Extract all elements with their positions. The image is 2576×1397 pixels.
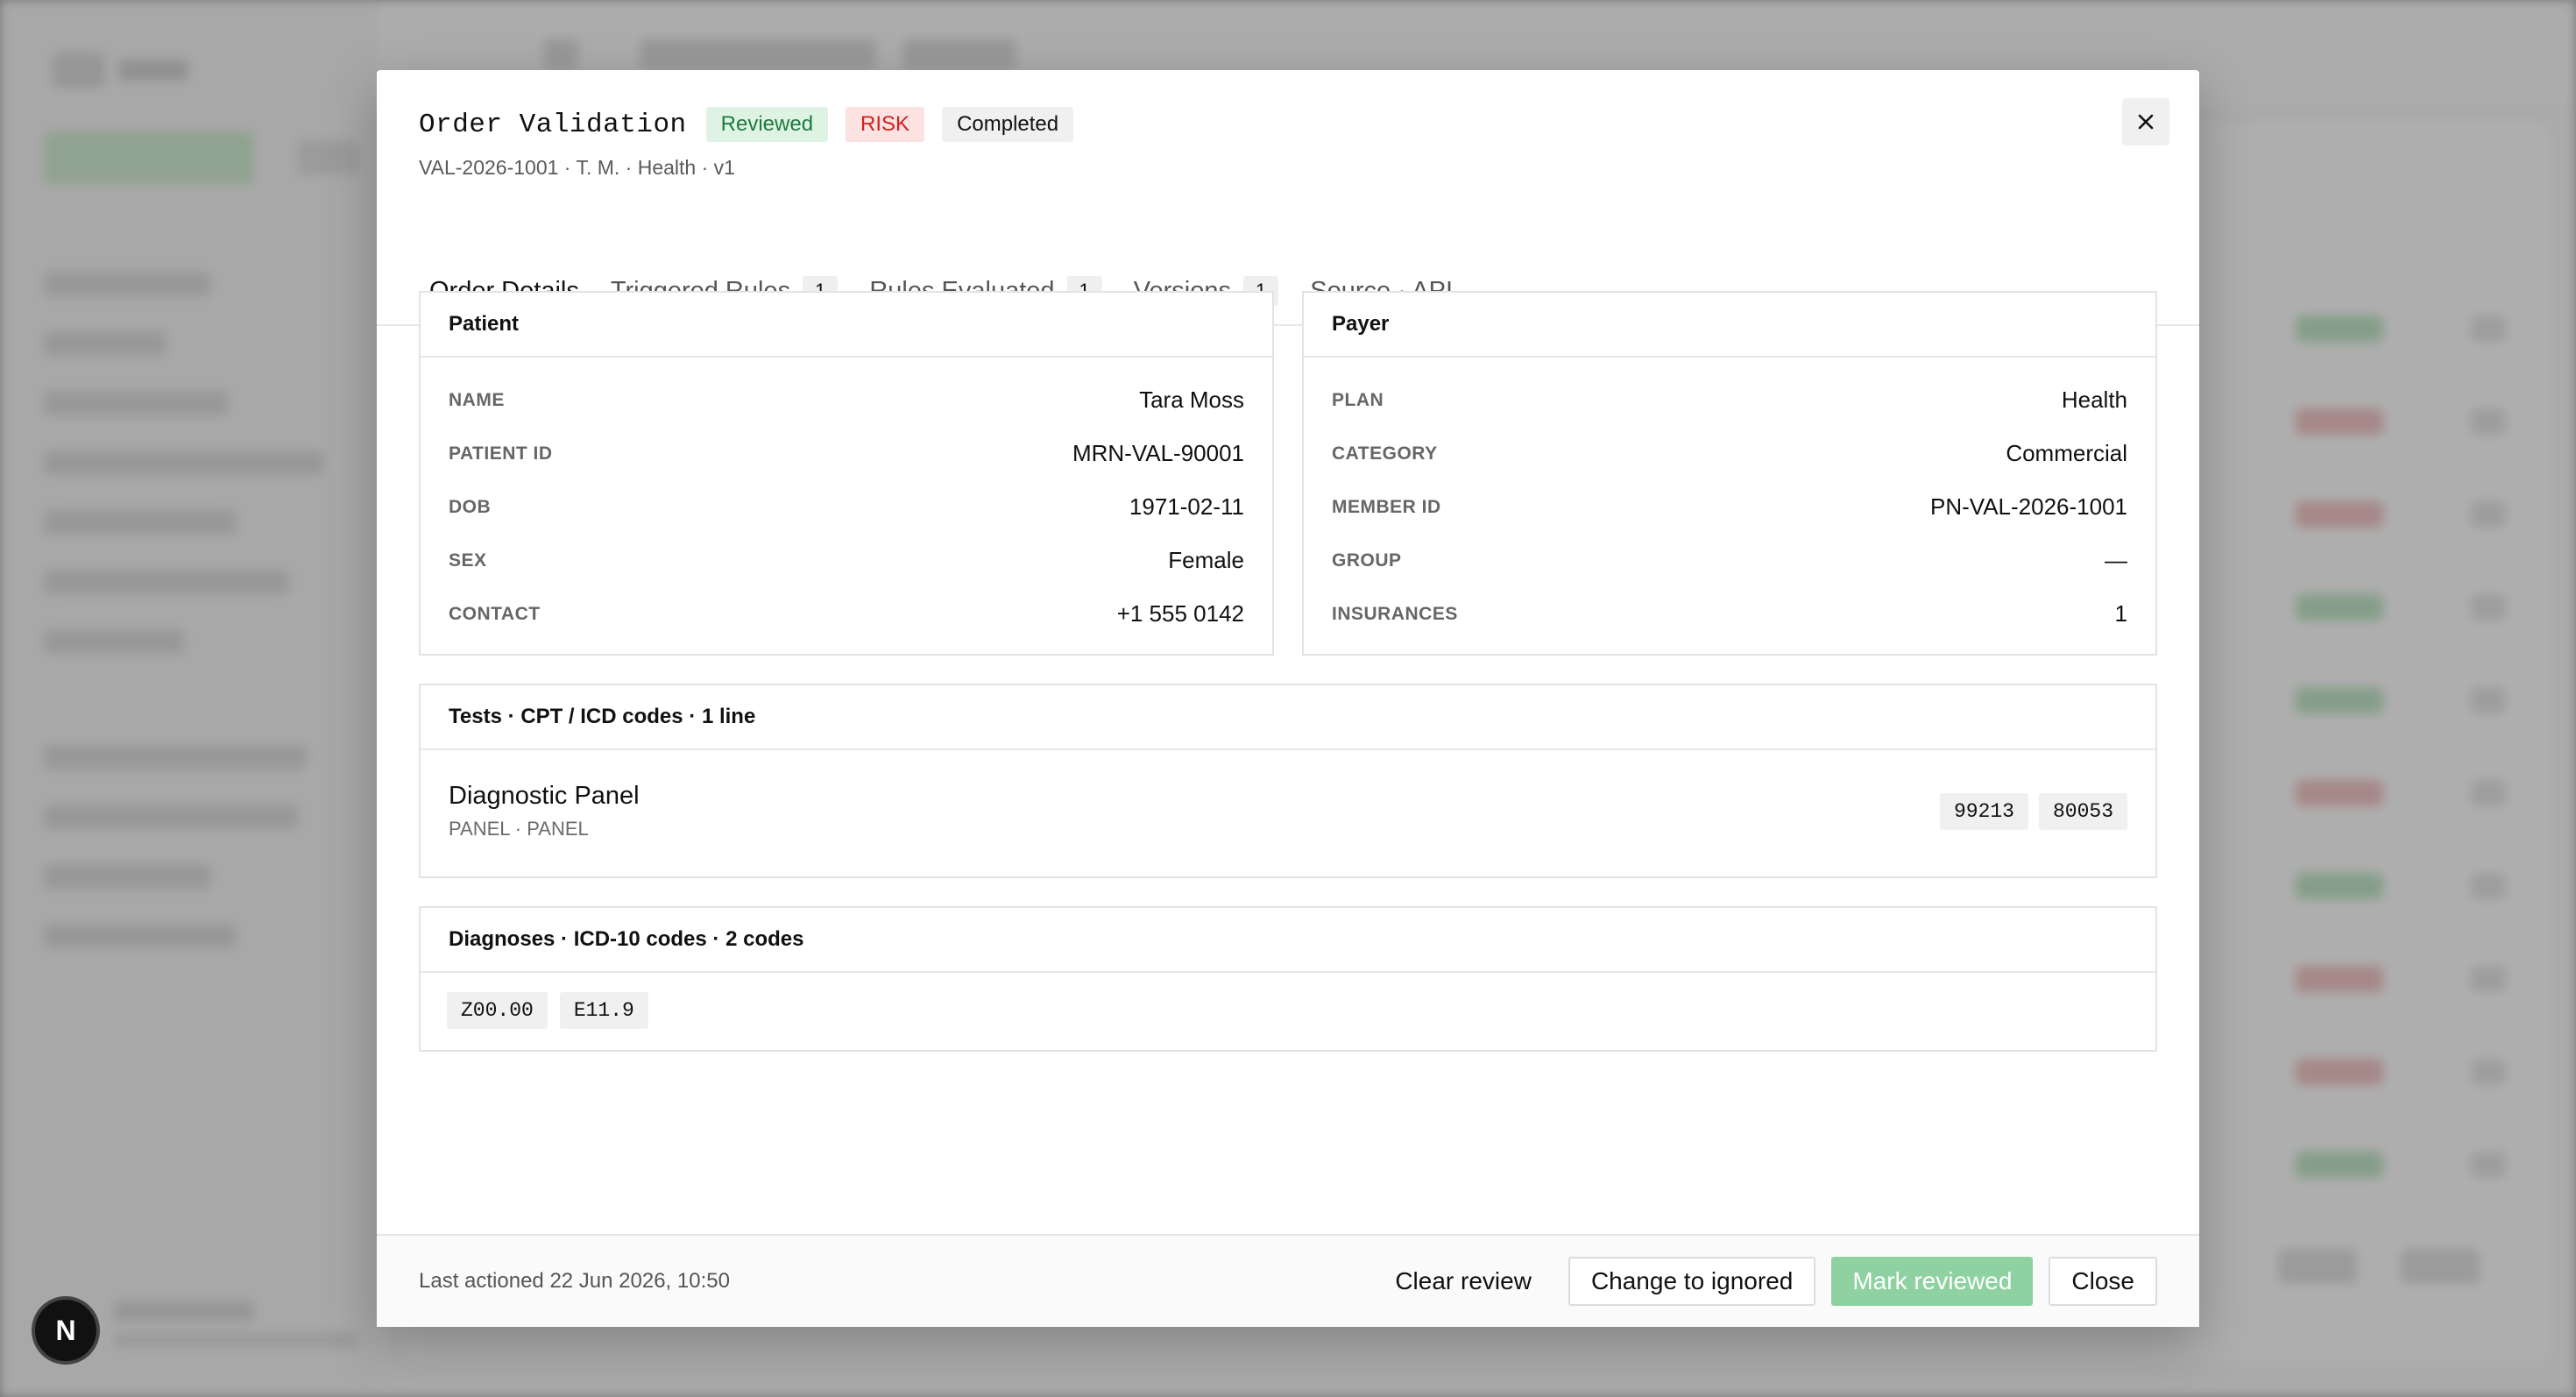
field-label: NAME: [449, 389, 505, 410]
tests-card-heading: Tests · CPT / ICD codes · 1 line: [421, 685, 2155, 750]
field-value: Health: [2061, 386, 2127, 413]
change-to-ignored-button[interactable]: Change to ignored: [1568, 1257, 1816, 1306]
diagnosis-codes: Z00.00 E11.9: [421, 973, 2155, 1048]
patient-field-name: NAME Tara Moss: [421, 373, 1272, 427]
diagnoses-card: Diagnoses · ICD-10 codes · 2 codes Z00.0…: [419, 906, 2157, 1052]
field-value: +1 555 0142: [1116, 600, 1244, 627]
patient-field-dob: DOB 1971-02-11: [421, 480, 1272, 534]
cpt-code-chip: 99213: [1939, 792, 2028, 830]
test-info: Diagnostic Panel PANEL · PANEL: [449, 782, 640, 840]
field-label: GROUP: [1332, 550, 1402, 571]
modal-footer: Last actioned 22 Jun 2026, 10:50 Clear r…: [377, 1234, 2199, 1327]
patient-card: Patient NAME Tara Moss PATIENT ID MRN-VA…: [419, 291, 1274, 656]
field-label: MEMBER ID: [1332, 496, 1441, 517]
field-value: 1971-02-11: [1129, 493, 1244, 520]
field-value: Tara Moss: [1139, 386, 1244, 413]
status-badge-completed: Completed: [942, 107, 1074, 142]
field-label: CATEGORY: [1332, 443, 1438, 464]
modal-title: Order Validation: [419, 109, 687, 140]
test-line: Diagnostic Panel PANEL · PANEL 99213 800…: [421, 750, 2155, 840]
field-label: INSURANCES: [1332, 603, 1458, 624]
payer-field-insurances: INSURANCES 1: [1304, 587, 2155, 641]
patient-fields: NAME Tara Moss PATIENT ID MRN-VAL-90001 …: [421, 358, 1272, 641]
field-label: PATIENT ID: [449, 443, 553, 464]
field-value: Commercial: [2006, 440, 2127, 466]
close-icon: [2138, 114, 2154, 130]
field-label: PLAN: [1332, 389, 1384, 410]
modal-header: Order Validation Reviewed RISK Completed…: [419, 105, 2164, 228]
order-validation-modal: Order Validation Reviewed RISK Completed…: [377, 70, 2199, 1327]
payer-card-heading: Payer: [1304, 293, 2155, 358]
icd-code-chip: Z00.00: [447, 992, 548, 1029]
field-value: Female: [1168, 547, 1244, 573]
tests-card: Tests · CPT / ICD codes · 1 line Diagnos…: [419, 684, 2157, 878]
icd-code-chip: E11.9: [559, 992, 648, 1029]
payer-card: Payer PLAN Health CATEGORY Commercial ME…: [1302, 291, 2157, 656]
patient-field-id: PATIENT ID MRN-VAL-90001: [421, 427, 1272, 480]
patient-field-sex: SEX Female: [421, 534, 1272, 587]
field-value: MRN-VAL-90001: [1072, 440, 1244, 466]
clear-review-button[interactable]: Clear review: [1374, 1257, 1553, 1306]
payer-fields: PLAN Health CATEGORY Commercial MEMBER I…: [1304, 358, 2155, 641]
diagnoses-card-heading: Diagnoses · ICD-10 codes · 2 codes: [421, 908, 2155, 973]
title-row: Order Validation Reviewed RISK Completed: [419, 105, 2164, 144]
patient-card-heading: Patient: [421, 293, 1272, 358]
payer-field-member-id: MEMBER ID PN-VAL-2026-1001: [1304, 480, 2155, 534]
payer-field-group: GROUP —: [1304, 534, 2155, 587]
payer-field-plan: PLAN Health: [1304, 373, 2155, 427]
field-value: PN-VAL-2026-1001: [1930, 493, 2127, 520]
field-label: DOB: [449, 496, 492, 517]
last-actioned-text: Last actioned 22 Jun 2026, 10:50: [419, 1269, 730, 1293]
field-label: SEX: [449, 550, 487, 571]
field-label: CONTACT: [449, 603, 541, 624]
test-codes: 99213 80053: [1929, 792, 2127, 830]
close-button[interactable]: Close: [2049, 1257, 2157, 1306]
field-value: —: [2105, 547, 2127, 573]
n-logo-button[interactable]: N: [32, 1296, 100, 1365]
status-badge-reviewed: Reviewed: [705, 107, 829, 142]
status-badge-risk: RISK: [846, 107, 925, 142]
field-value: 1: [2114, 600, 2127, 627]
close-modal-button[interactable]: [2122, 98, 2169, 145]
payer-field-category: CATEGORY Commercial: [1304, 427, 2155, 480]
patient-field-contact: CONTACT +1 555 0142: [421, 587, 1272, 641]
test-name: Diagnostic Panel: [449, 782, 640, 810]
modal-subtitle: VAL-2026-1001 · T. M. · Health · v1: [419, 156, 735, 179]
mark-reviewed-button[interactable]: Mark reviewed: [1831, 1257, 2034, 1306]
test-type: PANEL · PANEL: [449, 818, 589, 840]
cpt-code-chip: 80053: [2038, 792, 2127, 830]
